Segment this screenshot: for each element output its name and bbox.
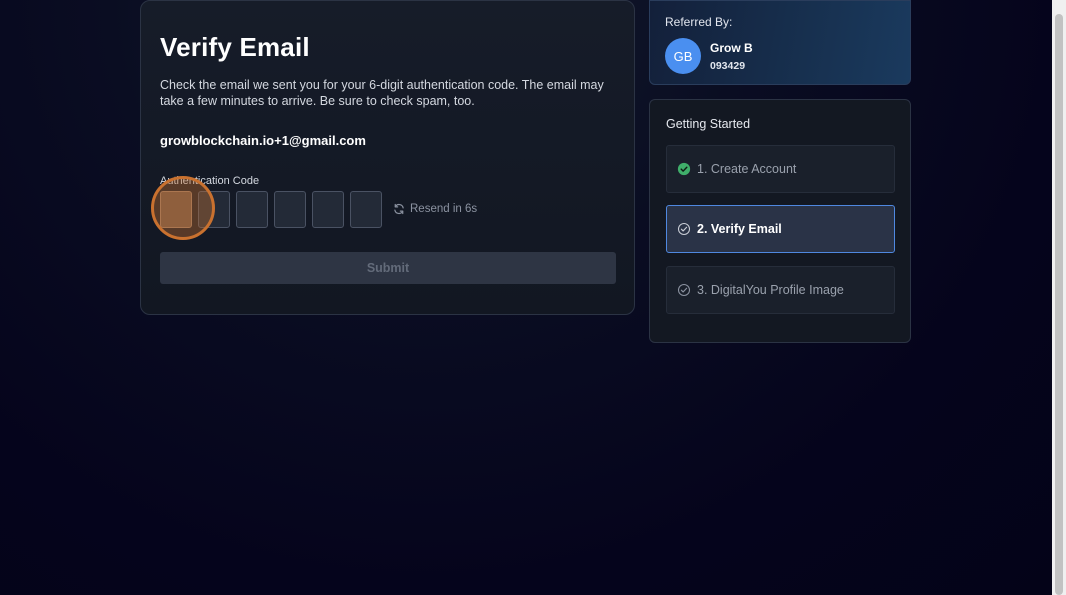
step-label: 3. DigitalYou Profile Image — [697, 283, 844, 297]
page-title: Verify Email — [160, 32, 310, 62]
code-digit-3[interactable] — [236, 191, 268, 228]
page: Verify Email Check the email we sent you… — [0, 0, 1052, 595]
step-verify-email[interactable]: 2. Verify Email — [666, 205, 895, 253]
avatar: GB — [665, 38, 701, 74]
code-digit-5[interactable] — [312, 191, 344, 228]
resend-code[interactable]: Resend in 6s — [393, 203, 477, 215]
auth-code-label: Authentication Code — [160, 175, 260, 187]
resend-label: Resend in 6s — [410, 203, 478, 215]
email-address: growblockchain.io+1@gmail.com — [160, 133, 366, 148]
code-digit-2[interactable] — [198, 191, 230, 228]
verify-description: Check the email we sent you for your 6-d… — [160, 78, 604, 108]
verify-email-card: Verify Email Check the email we sent you… — [140, 0, 635, 315]
step-create-account[interactable]: 1. Create Account — [666, 145, 895, 193]
page-scrollbar[interactable] — [1052, 0, 1066, 595]
check-circle-outline-icon — [677, 283, 691, 297]
getting-started-title: Getting Started — [666, 117, 751, 131]
auth-code-inputs — [160, 191, 382, 228]
referrer-name: Grow B — [710, 41, 753, 55]
code-digit-4[interactable] — [274, 191, 306, 228]
code-digit-1[interactable] — [160, 191, 192, 228]
step-profile-image[interactable]: 3. DigitalYou Profile Image — [666, 266, 895, 314]
step-label: 2. Verify Email — [697, 222, 782, 236]
check-circle-filled-icon — [677, 162, 691, 176]
code-digit-6[interactable] — [350, 191, 382, 228]
submit-button[interactable]: Submit — [160, 252, 616, 284]
step-label: 1. Create Account — [697, 162, 797, 176]
refresh-icon — [394, 203, 404, 215]
check-circle-outline-icon — [677, 222, 691, 236]
referred-by-label: Referred By: — [665, 15, 733, 29]
scrollbar-thumb[interactable] — [1055, 14, 1063, 595]
referrer-code: 093429 — [710, 60, 746, 72]
getting-started-card: Getting Started 1. Create Account 2. Ver… — [649, 99, 911, 343]
referral-card: Referred By: GB Grow B 093429 — [649, 0, 911, 85]
